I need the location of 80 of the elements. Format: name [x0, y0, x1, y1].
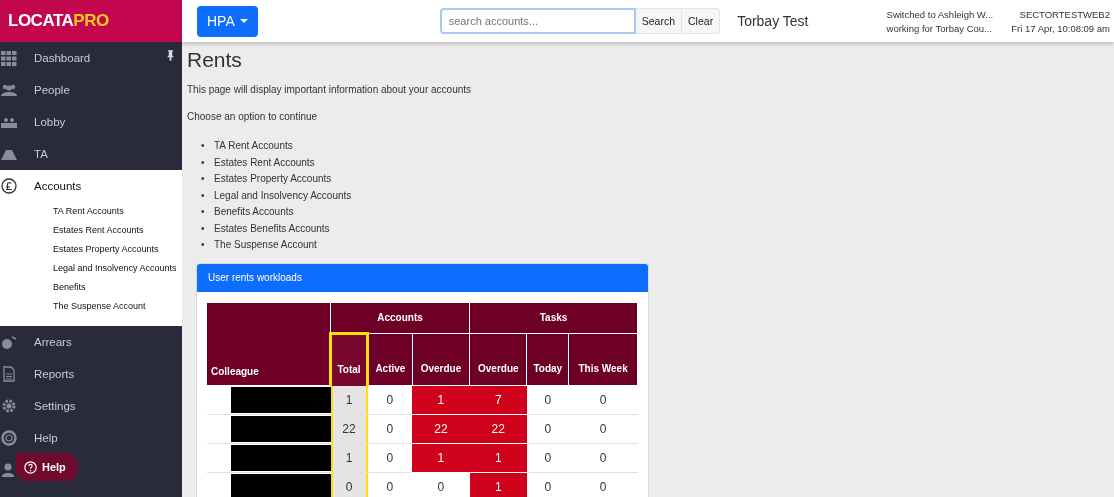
- sidebar-item[interactable]: Settings: [0, 390, 182, 422]
- sidebar-item[interactable]: Reports: [0, 358, 182, 390]
- clear-button[interactable]: Clear: [682, 8, 721, 34]
- table-cell: 0: [526, 414, 569, 444]
- account-link[interactable]: Legal and Insolvency Accounts: [214, 187, 352, 204]
- account-link[interactable]: Estates Benefits Accounts: [214, 220, 330, 237]
- date-time: Fri 17 Apr, 10:08:09 am: [1011, 22, 1110, 34]
- column-header: This Week: [568, 333, 638, 386]
- question-icon: [24, 460, 37, 474]
- table-cell: 1: [469, 443, 527, 473]
- account-link[interactable]: Estates Rent Accounts: [214, 154, 315, 171]
- table-cell: 0: [412, 472, 470, 497]
- table-cell: 0: [367, 472, 413, 497]
- sidebar-item[interactable]: Dashboard: [0, 42, 182, 74]
- pound-icon: [1, 178, 17, 194]
- server-name: SECTORTESTWEB2: [1019, 8, 1110, 20]
- bullet: •: [201, 172, 206, 186]
- sidebar-item[interactable]: Accounts: [0, 170, 182, 202]
- bullet: •: [201, 221, 206, 236]
- lifebuoy-icon: [1, 430, 17, 446]
- gear-icon: [1, 398, 17, 414]
- sidebar-item[interactable]: TA: [0, 138, 182, 170]
- site-name: Torbay Test: [737, 13, 809, 29]
- column-group-header: Tasks: [469, 302, 638, 333]
- sidebar-item[interactable]: Lobby: [0, 106, 182, 138]
- account-link[interactable]: Benefits Accounts: [214, 204, 294, 221]
- user-status: Switched to Ashleigh W...: [886, 8, 994, 20]
- people-icon: [1, 82, 17, 98]
- column-header: Today: [526, 333, 569, 386]
- column-group-header: Accounts: [330, 302, 470, 333]
- table-cell: 0: [568, 472, 638, 497]
- table-cell: 0: [568, 414, 638, 444]
- document-icon: [1, 366, 17, 382]
- column-header: Colleague: [207, 302, 331, 386]
- submenu-item[interactable]: Legal and Insolvency Accounts: [53, 259, 182, 278]
- table-cell: 0: [568, 443, 638, 473]
- prompt-text: Choose an option to continue: [187, 111, 319, 122]
- help-button[interactable]: Help: [16, 453, 78, 481]
- sidebar-item[interactable]: Help: [0, 422, 182, 454]
- sidebar-item[interactable]: People: [0, 74, 182, 106]
- bullet: •: [201, 238, 206, 252]
- submenu-item[interactable]: The Suspense Account: [53, 297, 182, 316]
- table-cell: 22: [412, 414, 470, 444]
- column-header: Total: [330, 333, 368, 386]
- table-cell: 7: [469, 385, 527, 415]
- bullet: •: [201, 155, 206, 170]
- bullet: •: [201, 139, 206, 153]
- submenu-item[interactable]: Estates Rent Accounts: [53, 221, 182, 240]
- search-field[interactable]: search accounts...: [439, 8, 636, 34]
- column-header: Overdue: [412, 333, 470, 386]
- logo: LOCATAPRO: [0, 0, 182, 42]
- user-icon: [1, 462, 15, 478]
- table-cell: 0: [526, 472, 569, 497]
- card-header: User rents workloads: [197, 263, 648, 292]
- account-link[interactable]: TA Rent Accounts: [214, 138, 293, 155]
- intro-text: This page will display important information about your accounts: [187, 84, 473, 95]
- submenu-item[interactable]: Estates Property Accounts: [53, 240, 182, 259]
- bullet: •: [201, 188, 206, 203]
- table-cell: 22: [469, 414, 527, 444]
- table-cell: 0: [526, 443, 569, 473]
- account-link[interactable]: The Suspense Account: [214, 237, 317, 254]
- column-header: Active: [367, 333, 413, 386]
- table-cell: 1: [469, 472, 527, 497]
- pin-icon[interactable]: [167, 50, 174, 61]
- organisation-dropdown[interactable]: HPA: [197, 5, 258, 37]
- table-cell: 1: [412, 443, 470, 473]
- column-header: Overdue: [469, 333, 527, 386]
- caret-icon: [239, 19, 248, 23]
- table-cell: 0: [568, 385, 638, 415]
- table-cell: 0: [526, 385, 569, 415]
- search-button[interactable]: Search: [635, 8, 683, 34]
- table-cell: 1: [412, 385, 470, 415]
- submenu-item[interactable]: Benefits: [53, 278, 182, 297]
- grid-icon: [1, 50, 17, 66]
- page-title: Rents: [187, 48, 243, 72]
- submenu-item[interactable]: TA Rent Accounts: [53, 202, 182, 221]
- user-status: working for Torbay Cou...: [886, 22, 993, 34]
- account-link[interactable]: Estates Property Accounts: [214, 171, 332, 188]
- sidebar-item[interactable]: Arrears: [0, 326, 182, 358]
- bullet: •: [201, 205, 206, 219]
